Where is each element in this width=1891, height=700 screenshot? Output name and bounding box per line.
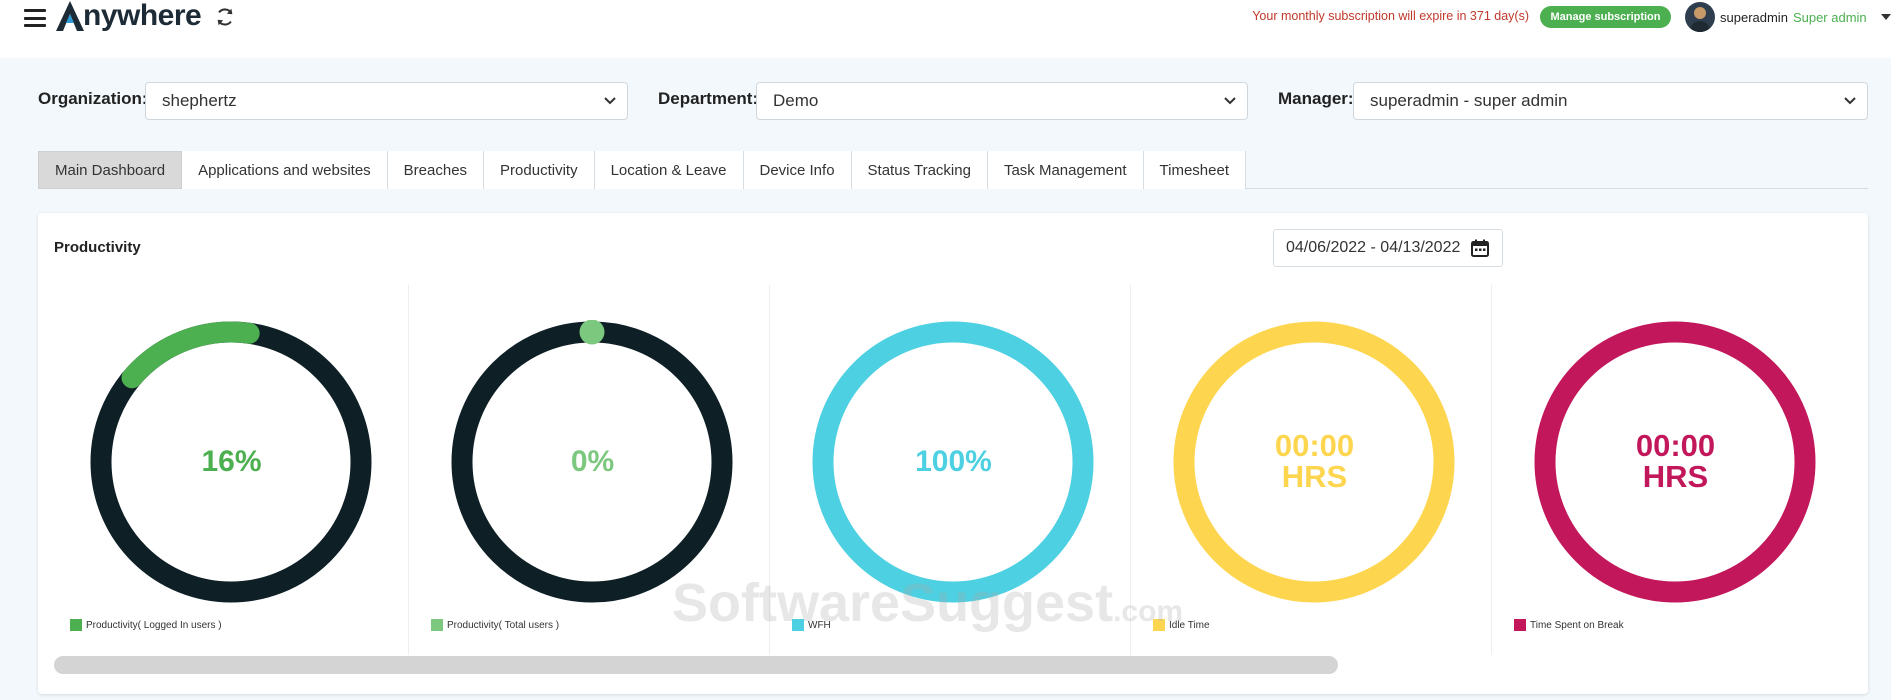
calendar-icon: [1471, 239, 1489, 257]
department-select[interactable]: Demo: [756, 82, 1248, 120]
organization-select[interactable]: shephertz: [145, 82, 628, 120]
donut-legend: Idle Time: [1153, 619, 1210, 631]
tab-task-management[interactable]: Task Management: [987, 151, 1144, 189]
legend-label: WFH: [808, 619, 831, 631]
manage-subscription-button[interactable]: Manage subscription: [1540, 6, 1671, 28]
tab-device-info[interactable]: Device Info: [743, 151, 852, 189]
legend-swatch: [1153, 619, 1165, 631]
donut-value-dot: [579, 320, 605, 345]
donut-panel-break-time: 00:00 HRS Time Spent on Break: [1498, 285, 1853, 655]
donut-legend: Time Spent on Break: [1514, 619, 1624, 631]
donut-value-label: 0%: [570, 445, 615, 478]
donut-panel-productivity-logged-in: 16% Productivity( Logged In users ): [54, 285, 409, 655]
organization-value: shephertz: [162, 91, 237, 110]
tab-timesheet[interactable]: Timesheet: [1143, 151, 1246, 189]
caret-down-icon: [1880, 14, 1891, 20]
user-menu[interactable]: superadmin Super admin: [1685, 2, 1891, 32]
tab-location-and-leave[interactable]: Location & Leave: [594, 151, 744, 189]
donut-value-text: 00:00: [1274, 428, 1355, 463]
user-role: Super admin: [1792, 9, 1867, 25]
app-logo[interactable]: nywhere: [55, 0, 202, 34]
tab-main-dashboard[interactable]: Main Dashboard: [38, 151, 183, 189]
logo-text: nywhere: [83, 0, 202, 32]
legend-swatch: [1514, 619, 1526, 631]
tab-productivity[interactable]: Productivity: [484, 151, 595, 189]
manager-select[interactable]: superadmin - super admin: [1353, 82, 1868, 120]
manager-value: superadmin - super admin: [1370, 91, 1568, 110]
productivity-card: Productivity 04/06/2022 - 04/13/2022 16%…: [38, 213, 1868, 694]
hamburger-menu-icon[interactable]: [24, 9, 46, 27]
chevron-down-icon: [604, 97, 616, 105]
donut-value-text: 00:00: [1635, 428, 1716, 463]
date-range-picker[interactable]: 04/06/2022 - 04/13/2022: [1273, 229, 1503, 267]
logo-a-icon: [56, 1, 84, 31]
date-range-value: 04/06/2022 - 04/13/2022: [1286, 239, 1461, 256]
donut-value-label: 00:00 HRS: [1498, 430, 1853, 492]
chevron-down-icon: [1844, 97, 1856, 105]
donut-panel-productivity-total: 0% Productivity( Total users ): [415, 285, 770, 655]
tab-status-tracking[interactable]: Status Tracking: [851, 151, 988, 189]
tab-breaches[interactable]: Breaches: [387, 151, 485, 189]
legend-swatch: [792, 619, 804, 631]
legend-label: Productivity( Total users ): [447, 619, 560, 631]
donut-legend: Productivity( Total users ): [431, 619, 559, 631]
top-bar: nywhere Your monthly subscription will e…: [0, 0, 1891, 58]
department-label: Department:: [658, 89, 759, 108]
user-name: superadmin: [1720, 9, 1788, 25]
donut-value-label: 100%: [915, 445, 992, 478]
tab-applications-and-websites[interactable]: Applications and websites: [182, 151, 388, 189]
manager-label: Manager:: [1278, 89, 1354, 108]
donut-unit-text: HRS: [1281, 459, 1348, 494]
donut-value-label: 16%: [201, 445, 262, 478]
department-value: Demo: [773, 91, 819, 110]
horizontal-scrollbar[interactable]: [54, 656, 1338, 674]
card-title: Productivity: [54, 239, 141, 256]
donut-unit-text: HRS: [1642, 459, 1709, 494]
subscription-notice: Your monthly subscription will expire in…: [1252, 9, 1529, 23]
organization-label: Organization:: [38, 89, 148, 108]
donut-legend: Productivity( Logged In users ): [70, 619, 222, 631]
legend-swatch: [431, 619, 443, 631]
legend-swatch: [70, 619, 82, 631]
chevron-down-icon: [1224, 97, 1236, 105]
donut-legend: WFH: [792, 619, 831, 631]
avatar: [1685, 2, 1715, 32]
refresh-icon[interactable]: [214, 6, 236, 28]
donut-panel-idle-time: 00:00 HRS Idle Time: [1137, 285, 1492, 655]
donut-value-label: 00:00 HRS: [1137, 430, 1492, 492]
legend-label: Idle Time: [1169, 619, 1210, 631]
donut-panel-wfh: 100% WFH: [776, 285, 1131, 655]
legend-label: Time Spent on Break: [1530, 619, 1624, 631]
dashboard-tabs: Main Dashboard Applications and websites…: [38, 151, 1868, 189]
legend-label: Productivity( Logged In users ): [86, 619, 222, 631]
